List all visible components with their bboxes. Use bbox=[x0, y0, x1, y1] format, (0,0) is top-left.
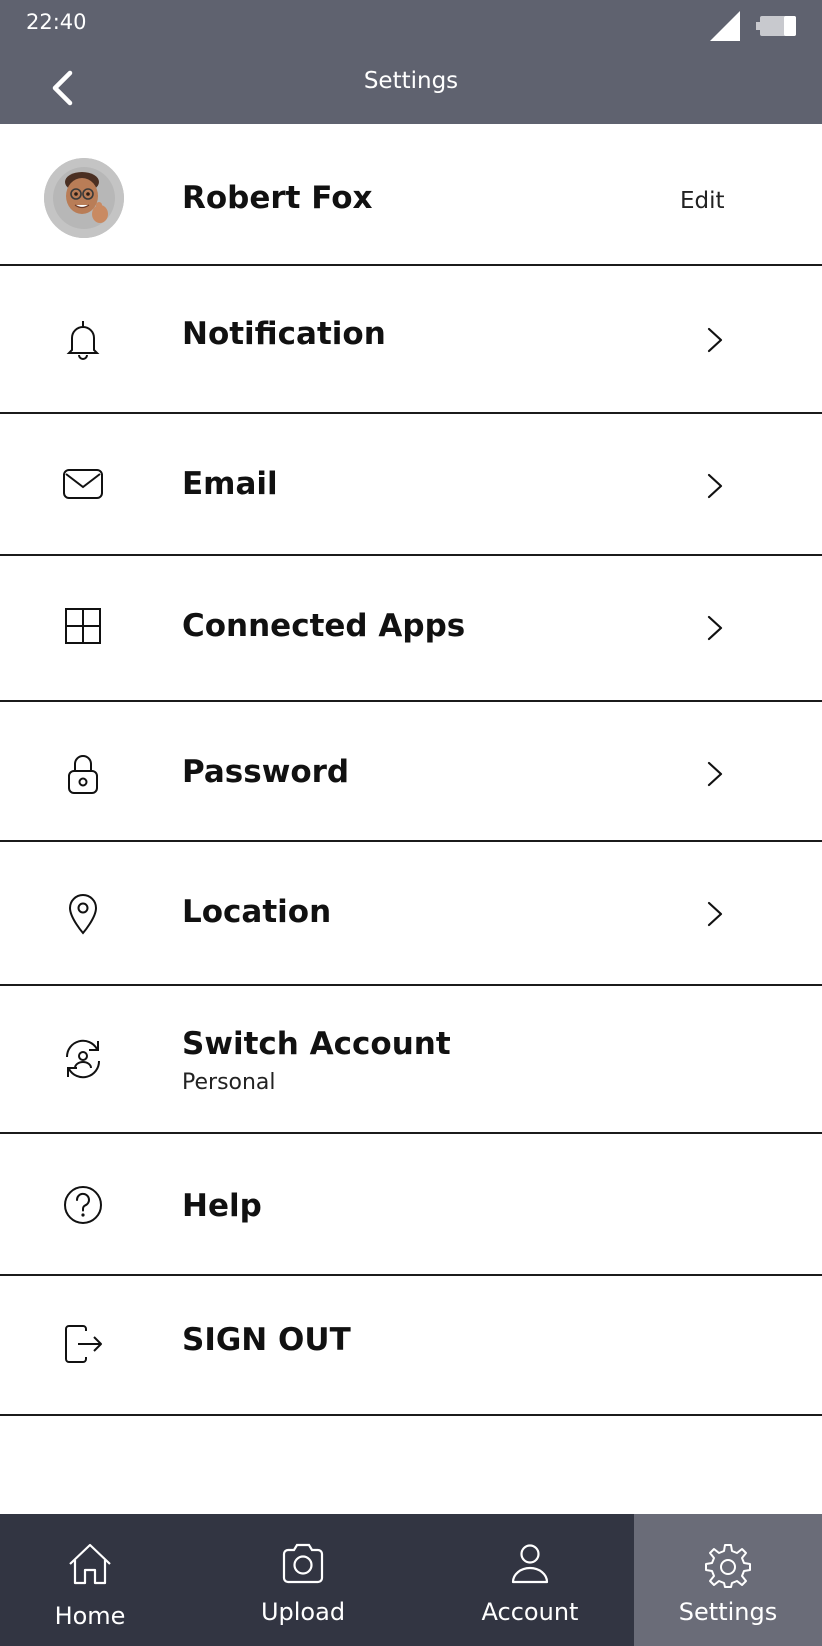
edit-profile-link[interactable]: Edit bbox=[680, 188, 725, 214]
menu-item-label: Switch Account bbox=[182, 1026, 451, 1062]
tab-account[interactable]: Account bbox=[426, 1514, 634, 1646]
lock-icon bbox=[58, 752, 108, 796]
chevron-right-icon bbox=[700, 320, 730, 360]
battery-icon bbox=[756, 15, 796, 41]
menu-item-label: SIGN OUT bbox=[182, 1322, 351, 1358]
menu-item-help[interactable]: Help bbox=[0, 1134, 822, 1276]
mail-icon bbox=[58, 464, 108, 504]
tab-settings[interactable]: Settings bbox=[634, 1514, 822, 1646]
menu-item-sublabel: Personal bbox=[182, 1070, 276, 1095]
menu-item-sign-out[interactable]: SIGN OUT bbox=[0, 1276, 822, 1416]
menu-item-connected-apps[interactable]: Connected Apps bbox=[0, 556, 822, 702]
menu-item-label: Connected Apps bbox=[182, 608, 466, 644]
menu-item-label: Help bbox=[182, 1188, 262, 1224]
avatar[interactable] bbox=[44, 158, 124, 238]
tab-label: Home bbox=[54, 1602, 126, 1630]
menu-item-label: Location bbox=[182, 894, 332, 930]
bottom-tab-bar: Home Upload Account Settings bbox=[0, 1514, 822, 1646]
home-icon bbox=[0, 1542, 180, 1586]
menu-item-password[interactable]: Password bbox=[0, 702, 822, 842]
chevron-right-icon bbox=[700, 894, 730, 934]
grid-icon bbox=[58, 606, 108, 646]
bell-icon bbox=[58, 318, 108, 362]
status-icons bbox=[708, 9, 796, 47]
location-pin-icon bbox=[58, 892, 108, 936]
page-title: Settings bbox=[363, 68, 459, 94]
signal-icon bbox=[708, 9, 742, 47]
switch-account-icon bbox=[58, 1036, 108, 1082]
chevron-right-icon bbox=[700, 608, 730, 648]
menu-item-switch-account[interactable]: Switch Account Personal bbox=[0, 986, 822, 1134]
menu-item-email[interactable]: Email bbox=[0, 414, 822, 556]
help-icon bbox=[58, 1184, 108, 1226]
menu-item-label: Notification bbox=[182, 316, 386, 352]
gear-icon bbox=[634, 1542, 822, 1588]
tab-home[interactable]: Home bbox=[0, 1514, 180, 1646]
tab-label: Account bbox=[481, 1598, 579, 1626]
chevron-right-icon bbox=[700, 754, 730, 794]
sign-out-icon bbox=[58, 1322, 108, 1366]
menu-item-notification[interactable]: Notification bbox=[0, 266, 822, 414]
status-time: 22:40 bbox=[26, 10, 87, 34]
menu-item-label: Email bbox=[182, 466, 278, 502]
menu-item-label: Password bbox=[182, 754, 350, 790]
tab-upload[interactable]: Upload bbox=[180, 1514, 426, 1646]
camera-icon bbox=[180, 1542, 426, 1584]
tab-label: Settings bbox=[678, 1598, 778, 1626]
tab-label: Upload bbox=[260, 1598, 346, 1626]
profile-name: Robert Fox bbox=[182, 180, 373, 216]
chevron-right-icon bbox=[700, 466, 730, 506]
user-icon bbox=[426, 1542, 634, 1584]
app-bar: 22:40 Settings bbox=[0, 0, 822, 124]
menu-item-location[interactable]: Location bbox=[0, 842, 822, 986]
